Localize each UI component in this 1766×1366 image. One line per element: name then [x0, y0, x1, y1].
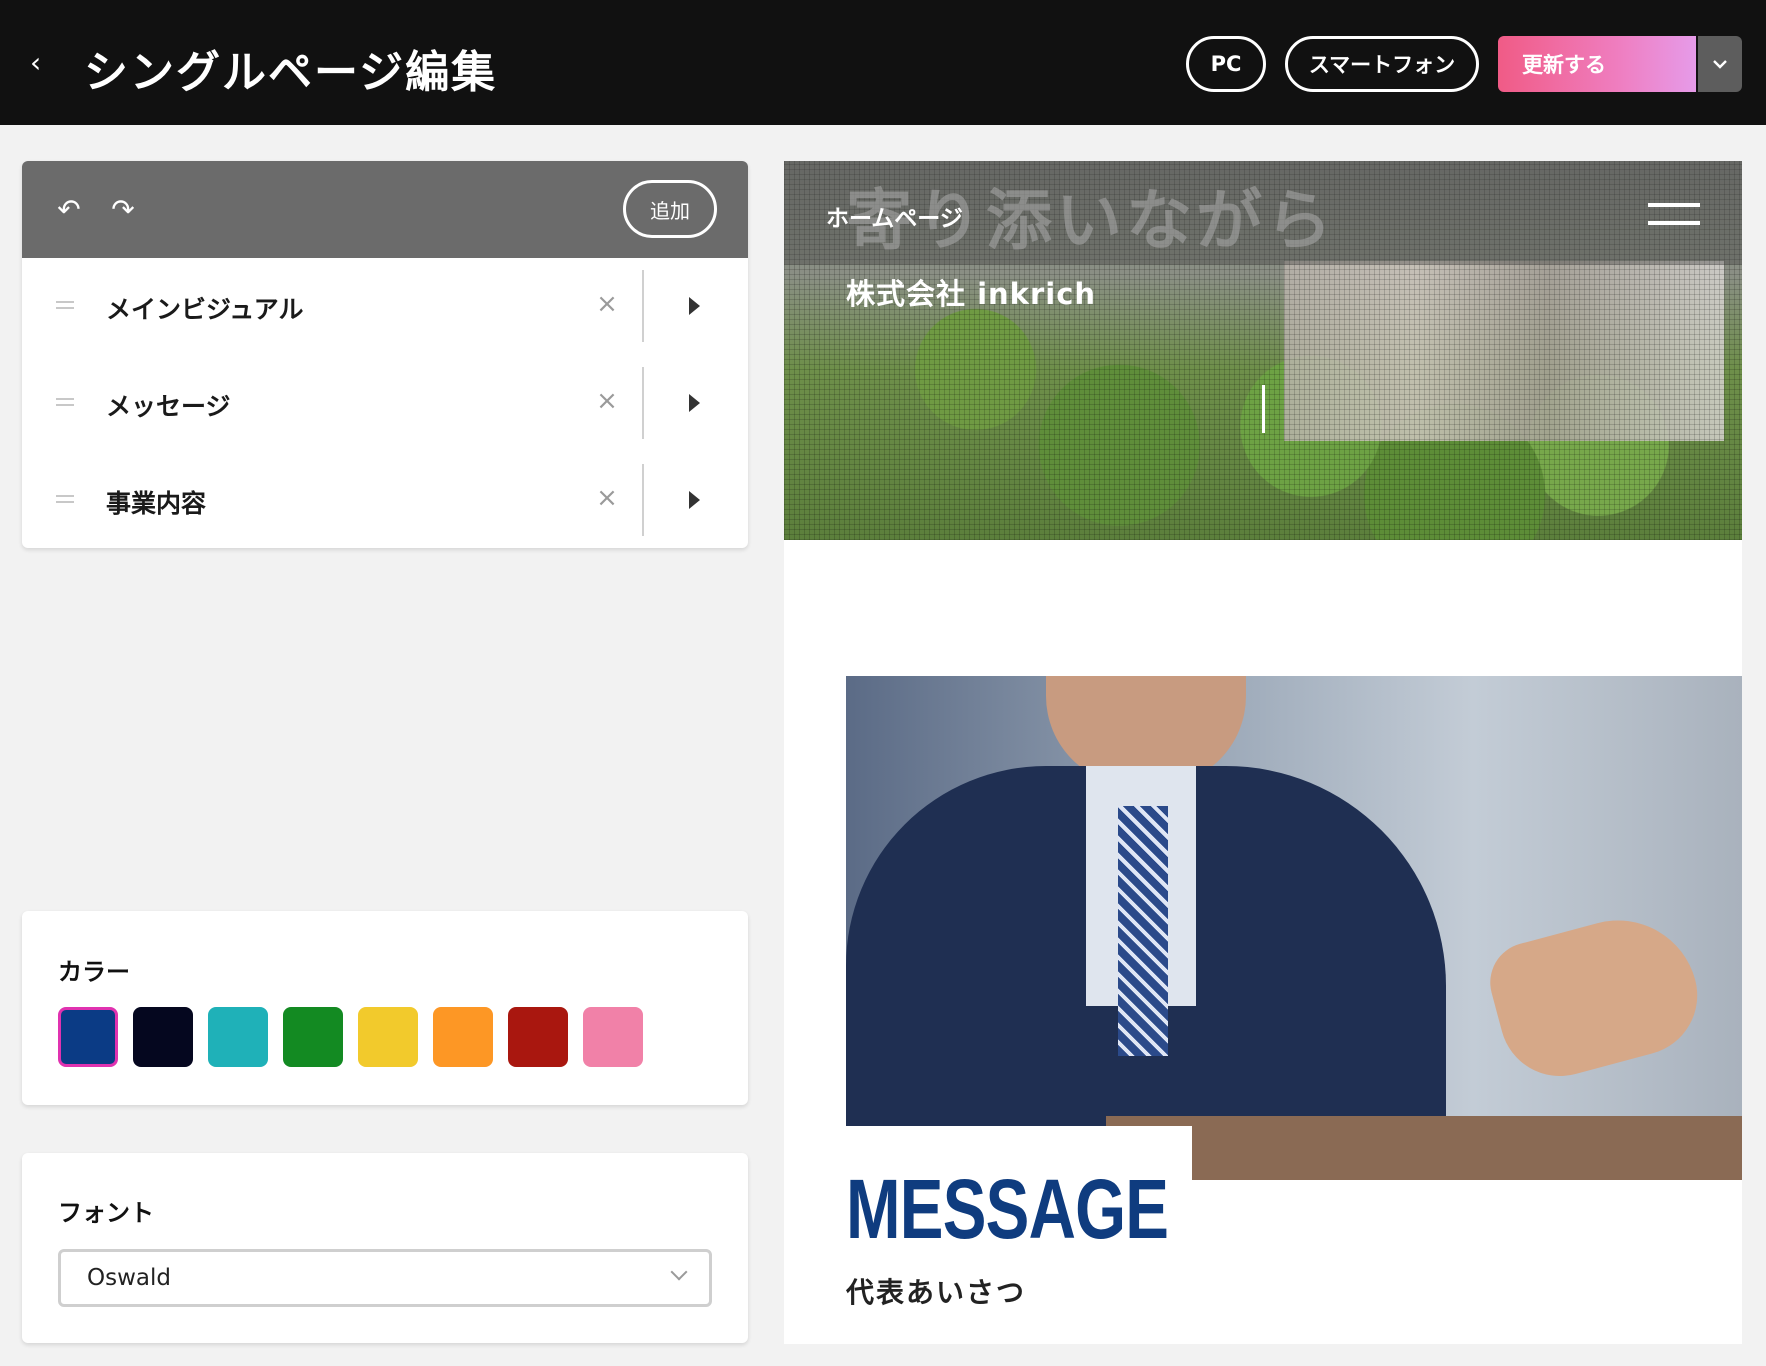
chevron-right-icon[interactable] — [689, 394, 700, 412]
message-photo — [846, 676, 1742, 1180]
close-icon[interactable]: × — [593, 286, 621, 322]
section-row[interactable]: 事業内容 × — [22, 452, 748, 548]
color-panel-title: カラー — [58, 958, 130, 986]
close-icon[interactable]: × — [593, 480, 621, 516]
drag-handle-icon[interactable] — [56, 398, 74, 406]
preview-home-link[interactable]: ホームページ — [826, 199, 963, 233]
sections-toolbar: ↶ ↷ 追加 — [22, 161, 748, 258]
drag-handle-icon[interactable] — [56, 495, 74, 503]
section-label: 事業内容 — [106, 489, 207, 518]
divider — [642, 270, 644, 342]
hamburger-menu-icon[interactable] — [1648, 203, 1700, 225]
page-title: シングルページ編集 — [84, 47, 498, 98]
chevron-left-icon[interactable]: ‹ — [30, 46, 54, 80]
top-bar: ‹ シングルページ編集 PC スマートフォン 更新する — [0, 0, 1766, 125]
color-swatches — [58, 1007, 643, 1067]
font-panel-title: フォント — [58, 1199, 154, 1227]
smartphone-view-button[interactable]: スマートフォン — [1285, 36, 1479, 92]
divider — [642, 464, 644, 536]
chevron-right-icon[interactable] — [689, 297, 700, 315]
buildings-image — [1284, 261, 1724, 441]
hero-visual[interactable]: 寄り添いながら ホームページ 株式会社 inkrich — [784, 161, 1742, 540]
chevron-right-icon[interactable] — [689, 491, 700, 509]
color-swatch[interactable] — [358, 1007, 418, 1067]
color-swatch[interactable] — [508, 1007, 568, 1067]
add-section-button[interactable]: 追加 — [623, 180, 717, 238]
color-panel: カラー — [22, 911, 748, 1105]
color-swatch[interactable] — [133, 1007, 193, 1067]
color-swatch[interactable] — [208, 1007, 268, 1067]
color-swatch[interactable] — [583, 1007, 643, 1067]
person-hand — [1481, 902, 1711, 1090]
section-row[interactable]: メインビジュアル × — [22, 258, 748, 355]
page-preview: 寄り添いながら ホームページ 株式会社 inkrich MESSAGE 代表あい… — [784, 161, 1742, 1344]
font-select-value: Oswald — [87, 1265, 171, 1291]
color-swatch[interactable] — [433, 1007, 493, 1067]
message-heading: MESSAGE — [846, 1162, 1169, 1256]
update-options-button[interactable] — [1698, 36, 1742, 92]
section-row[interactable]: メッセージ × — [22, 355, 748, 452]
update-button[interactable]: 更新する — [1498, 36, 1696, 92]
message-subheading: 代表あいさつ — [846, 1276, 1027, 1309]
font-panel: フォント Oswald — [22, 1153, 748, 1343]
section-label: メインビジュアル — [106, 295, 304, 324]
hero-company-name: 株式会社 inkrich — [846, 277, 1097, 311]
close-icon[interactable]: × — [593, 383, 621, 419]
section-label: メッセージ — [106, 392, 231, 421]
pc-view-button[interactable]: PC — [1186, 36, 1266, 92]
text-cursor — [1262, 385, 1265, 433]
undo-icon[interactable]: ↶ — [52, 195, 86, 225]
person-tie — [1118, 806, 1168, 1056]
chevron-down-icon — [670, 1263, 688, 1281]
desk — [1106, 1116, 1742, 1180]
chevron-down-icon — [1713, 60, 1727, 69]
redo-icon[interactable]: ↷ — [106, 195, 140, 225]
drag-handle-icon[interactable] — [56, 301, 74, 309]
font-select[interactable]: Oswald — [58, 1249, 712, 1307]
sections-panel: ↶ ↷ 追加 メインビジュアル × メッセージ × 事業内容 × — [22, 161, 748, 548]
color-swatch[interactable] — [283, 1007, 343, 1067]
color-swatch[interactable] — [58, 1007, 118, 1067]
divider — [642, 367, 644, 439]
